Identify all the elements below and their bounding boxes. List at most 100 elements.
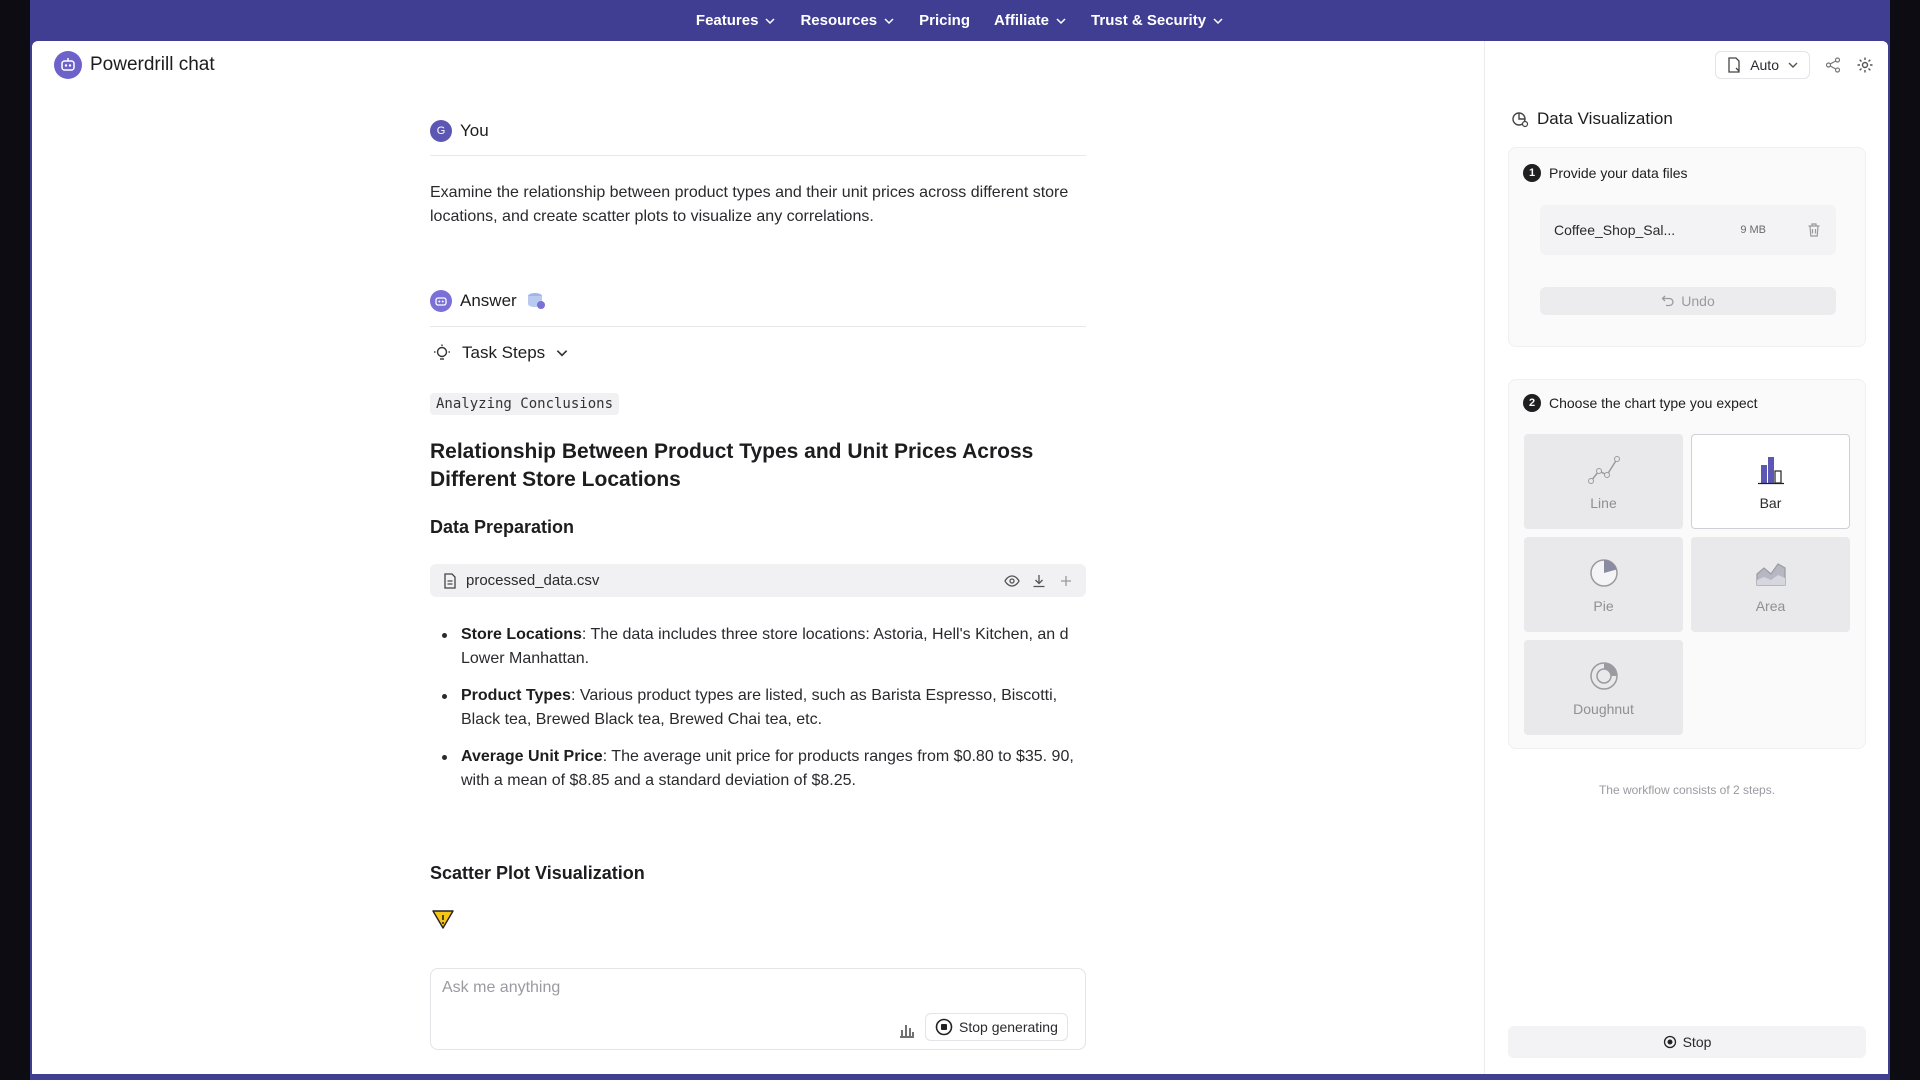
file-name: processed_data.csv <box>466 572 600 589</box>
share-icon[interactable] <box>1824 56 1842 74</box>
list-item: Average Unit Price: The average unit pri… <box>430 745 1086 793</box>
nav-pricing[interactable]: Pricing <box>919 12 970 29</box>
document-icon <box>1728 57 1740 73</box>
bar-chart-icon <box>1757 456 1784 484</box>
panel-title-text: Data Visualization <box>1537 109 1673 128</box>
task-steps-label: Task Steps <box>462 343 546 362</box>
chart-option-label: Line <box>1590 494 1617 511</box>
file-attachment[interactable]: processed_data.csv <box>430 564 1086 597</box>
chat-input-box: Stop generating <box>430 968 1086 1050</box>
app-window: Powerdrill chat G You Examine the relati… <box>32 41 1888 1074</box>
download-icon[interactable] <box>1031 573 1047 589</box>
user-avatar: G <box>430 120 452 142</box>
uploaded-file: Coffee_Shop_Sal... 9 MB <box>1540 205 1836 255</box>
chart-option-label: Pie <box>1593 597 1614 614</box>
chevron-down-icon <box>1788 62 1798 68</box>
answer-header: Answer <box>430 290 547 312</box>
robot-avatar-icon <box>430 290 452 312</box>
stop-button[interactable]: Stop <box>1508 1026 1866 1058</box>
stop-generating-label: Stop generating <box>959 1019 1058 1035</box>
top-nav: Features Resources Pricing Affiliate Tru… <box>30 0 1890 41</box>
step-number: 1 <box>1523 164 1541 182</box>
chart-option-bar[interactable]: Bar <box>1691 434 1850 529</box>
chevron-down-icon <box>1056 17 1066 24</box>
undo-label: Undo <box>1681 293 1715 309</box>
database-icon <box>527 293 545 309</box>
gear-icon[interactable] <box>1856 56 1874 74</box>
left-edge <box>0 0 30 1080</box>
stop-circle-icon <box>935 1018 953 1036</box>
stop-label: Stop <box>1682 1034 1712 1050</box>
stop-circle-icon <box>1663 1035 1676 1049</box>
nav-trust-security[interactable]: Trust & Security <box>1091 12 1224 29</box>
chart-settings-icon <box>1512 112 1529 128</box>
bullet-term: Product Types <box>461 687 571 704</box>
panel-toolbar: Auto <box>1715 51 1874 79</box>
pie-chart-icon <box>1589 558 1618 587</box>
summary-list: Store Locations: The data includes three… <box>430 623 1086 806</box>
section-heading-data-preparation: Data Preparation <box>430 517 575 537</box>
user-name: You <box>460 121 489 140</box>
chart-option-label: Bar <box>1759 494 1782 511</box>
stop-generating-button[interactable]: Stop generating <box>925 1013 1068 1041</box>
undo-button[interactable]: Undo <box>1540 287 1836 315</box>
bottom-bar <box>30 1074 1890 1080</box>
nav-resources[interactable]: Resources <box>800 12 895 29</box>
mode-select[interactable]: Auto <box>1715 51 1810 79</box>
nav-affiliate[interactable]: Affiliate <box>994 12 1067 29</box>
chart-option-pie[interactable]: Pie <box>1524 537 1683 632</box>
plus-icon[interactable] <box>1058 573 1074 589</box>
chevron-down-icon <box>556 350 568 357</box>
bar-chart-icon[interactable] <box>898 1021 916 1039</box>
undo-icon <box>1661 295 1674 307</box>
step-2-label: Choose the chart type you expect <box>1549 395 1758 411</box>
bullet-term: Store Locations <box>461 626 582 643</box>
warning-icon <box>432 910 454 929</box>
step-1-card: 1 Provide your data files Coffee_Shop_Sa… <box>1508 147 1866 347</box>
line-chart-icon <box>1587 455 1620 484</box>
app-name: Powerdrill chat <box>90 54 215 75</box>
step-number: 2 <box>1523 394 1541 412</box>
mode-select-value: Auto <box>1750 57 1779 73</box>
step-1-label: Provide your data files <box>1549 165 1688 181</box>
nav-affiliate-label: Affiliate <box>994 12 1050 29</box>
list-item: Store Locations: The data includes three… <box>430 623 1086 671</box>
answer-heading: Relationship Between Product Types and U… <box>430 440 1034 491</box>
brand[interactable]: Powerdrill chat <box>54 51 215 79</box>
chart-option-line[interactable]: Line <box>1524 434 1683 529</box>
nav-features-label: Features <box>695 12 759 29</box>
area-chart-icon <box>1755 562 1786 586</box>
uploaded-file-size: 9 MB <box>1740 224 1766 236</box>
chart-option-label: Doughnut <box>1573 700 1634 717</box>
uploaded-file-name: Coffee_Shop_Sal... <box>1554 222 1676 238</box>
step-2-header: 2 Choose the chart type you expect <box>1523 394 1758 412</box>
nav-features[interactable]: Features <box>696 12 777 29</box>
divider <box>430 326 1086 327</box>
robot-logo-icon <box>54 51 82 79</box>
step-1-header: 1 Provide your data files <box>1523 164 1688 182</box>
step-2-card: 2 Choose the chart type you expect Line … <box>1508 379 1866 749</box>
nav-trust-security-label: Trust & Security <box>1091 12 1207 29</box>
chart-option-doughnut[interactable]: Doughnut <box>1524 640 1683 735</box>
nav-resources-label: Resources <box>800 12 878 29</box>
nav-pricing-label: Pricing <box>919 12 971 29</box>
bullet-term: Average Unit Price <box>461 748 603 765</box>
chat-input[interactable] <box>442 979 1042 997</box>
section-heading-scatter-plot: Scatter Plot Visualization <box>430 863 645 883</box>
chevron-down-icon <box>765 17 775 24</box>
answer-name: Answer <box>460 291 517 310</box>
user-message-header: G You <box>430 120 489 142</box>
list-item: Product Types: Various product types are… <box>430 684 1086 732</box>
status-tag: Analyzing Conclusions <box>430 393 620 415</box>
eye-icon[interactable] <box>1004 573 1020 589</box>
workflow-note: The workflow consists of 2 steps. <box>1598 783 1776 797</box>
trash-icon[interactable] <box>1806 222 1822 238</box>
divider <box>430 155 1086 156</box>
chevron-down-icon <box>884 17 894 24</box>
chart-type-grid: Line Bar Pie Area Doughnut <box>1524 434 1850 735</box>
lightbulb-icon <box>434 344 450 360</box>
chart-option-label: Area <box>1755 597 1786 614</box>
chart-option-area[interactable]: Area <box>1691 537 1850 632</box>
task-steps-toggle[interactable]: Task Steps <box>432 343 569 363</box>
user-message-text: Examine the relationship between product… <box>430 184 1069 225</box>
